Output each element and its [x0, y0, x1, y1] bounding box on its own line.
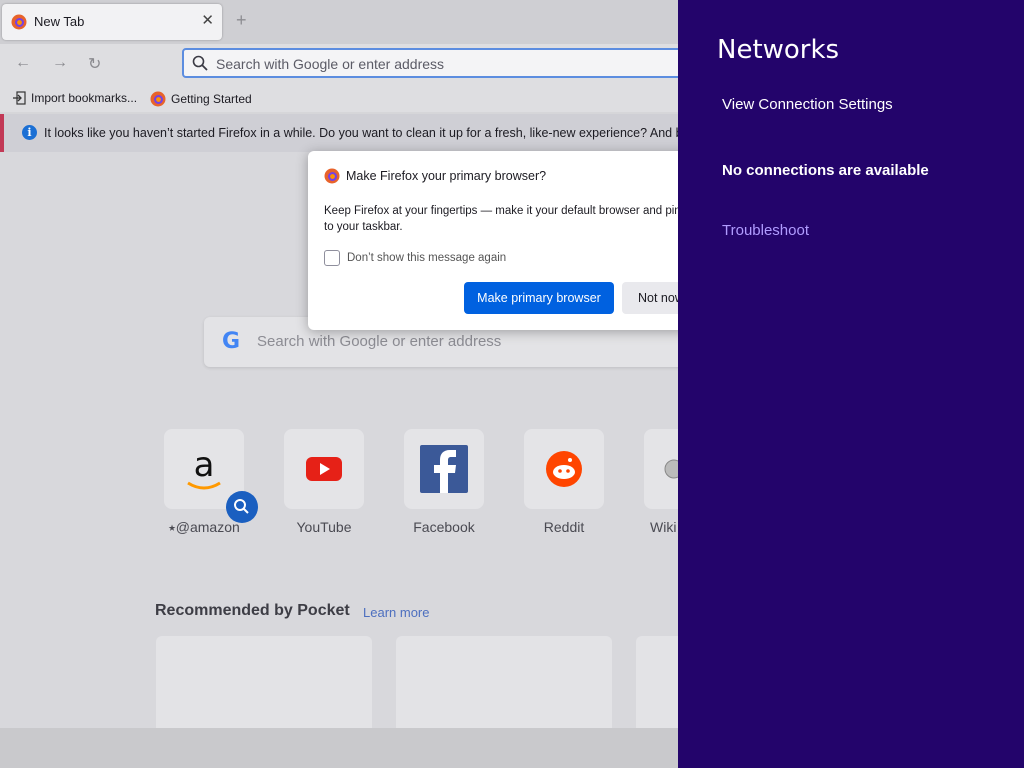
- not-now-button[interactable]: Not now: [622, 282, 678, 314]
- firefox-icon: [150, 91, 166, 107]
- default-browser-dialog: Make Firefox your primary browser? Keep …: [308, 151, 678, 330]
- top-site-label: Facebook: [413, 519, 475, 535]
- pocket-card[interactable]: [636, 636, 678, 728]
- top-site-label: YouTube: [296, 519, 352, 535]
- networks-title: Networks: [717, 35, 840, 65]
- tab-strip: New Tab ✕ +: [0, 0, 678, 44]
- info-icon: i: [22, 125, 37, 140]
- networks-charm-panel: Networks View Connection Settings No con…: [678, 0, 1024, 768]
- reddit-icon: [546, 451, 582, 487]
- wikipedia-tile: [644, 429, 678, 509]
- facebook-icon: [420, 445, 468, 493]
- import-icon: [13, 91, 26, 105]
- pocket-card[interactable]: [396, 636, 612, 728]
- firefox-icon: [11, 14, 27, 30]
- youtube-tile: [284, 429, 364, 509]
- checkbox-box[interactable]: [324, 250, 340, 266]
- google-logo-icon: G: [222, 329, 241, 354]
- reddit-tile: [524, 429, 604, 509]
- checkbox-label: Don’t show this message again: [347, 252, 507, 264]
- top-site-amazon[interactable]: a ⭑@amazon: [164, 429, 258, 536]
- search-icon: [234, 499, 249, 514]
- dialog-title: Make Firefox your primary browser?: [346, 169, 547, 183]
- firefox-window: New Tab ✕ + ← → ↻ Search with Google or …: [0, 0, 678, 728]
- dialog-body: Keep Firefox at your fingertips — make i…: [324, 205, 678, 233]
- bookmark-getting-started-label: Getting Started: [171, 92, 252, 106]
- tab-title: New Tab: [34, 14, 85, 29]
- bookmarks-toolbar: Import bookmarks... Getting Started: [0, 84, 678, 112]
- pin-icon: ⭑: [168, 519, 176, 535]
- wikipedia-icon: [664, 459, 678, 479]
- pocket-heading: Recommended by Pocket: [155, 602, 350, 619]
- dont-show-again-checkbox[interactable]: Don’t show this message again: [324, 250, 506, 266]
- top-site-facebook[interactable]: Facebook: [404, 429, 484, 535]
- firefox-icon: [324, 168, 340, 184]
- top-site-reddit[interactable]: Reddit: [524, 429, 604, 535]
- bookmark-getting-started[interactable]: Getting Started: [150, 91, 252, 107]
- url-bar-placeholder: Search with Google or enter address: [216, 56, 445, 72]
- top-site-label: Reddit: [543, 519, 585, 535]
- forward-button[interactable]: →: [52, 54, 68, 72]
- search-shortcut-badge: [226, 491, 258, 523]
- url-bar[interactable]: Search with Google or enter address: [182, 48, 678, 78]
- svg-text:a: a: [194, 445, 215, 485]
- pocket-learn-more-link[interactable]: Learn more: [363, 605, 429, 620]
- top-site-wikipedia[interactable]: Wiki: [644, 429, 678, 535]
- notification-message: It looks like you haven’t started Firefo…: [44, 126, 678, 140]
- troubleshoot-link[interactable]: Troubleshoot: [722, 222, 809, 239]
- youtube-icon: [306, 457, 342, 481]
- no-connections-status: No connections are available: [722, 162, 929, 179]
- back-button[interactable]: ←: [15, 54, 31, 72]
- refresh-notification-bar: i It looks like you haven’t started Fire…: [0, 114, 678, 152]
- bookmark-import[interactable]: Import bookmarks...: [12, 91, 137, 105]
- top-site-label: Wiki: [650, 519, 677, 535]
- make-primary-browser-button[interactable]: Make primary browser: [464, 282, 614, 314]
- top-site-youtube[interactable]: YouTube: [284, 429, 364, 535]
- close-tab-icon[interactable]: ✕: [201, 11, 214, 29]
- tab-new-tab[interactable]: New Tab ✕: [2, 4, 222, 40]
- newtab-search-placeholder: Search with Google or enter address: [257, 333, 502, 350]
- amazon-tile: a: [164, 429, 258, 523]
- pocket-card[interactable]: [156, 636, 372, 728]
- search-icon: [192, 55, 208, 71]
- bookmark-import-label: Import bookmarks...: [31, 91, 138, 105]
- new-tab-button[interactable]: +: [236, 10, 247, 31]
- facebook-tile: [404, 429, 484, 509]
- view-connection-settings-link[interactable]: View Connection Settings: [722, 96, 893, 113]
- nav-bar: ← → ↻ Search with Google or enter addres…: [0, 44, 678, 84]
- dialog-header: Make Firefox your primary browser?: [324, 168, 546, 184]
- reload-button[interactable]: ↻: [88, 54, 101, 74]
